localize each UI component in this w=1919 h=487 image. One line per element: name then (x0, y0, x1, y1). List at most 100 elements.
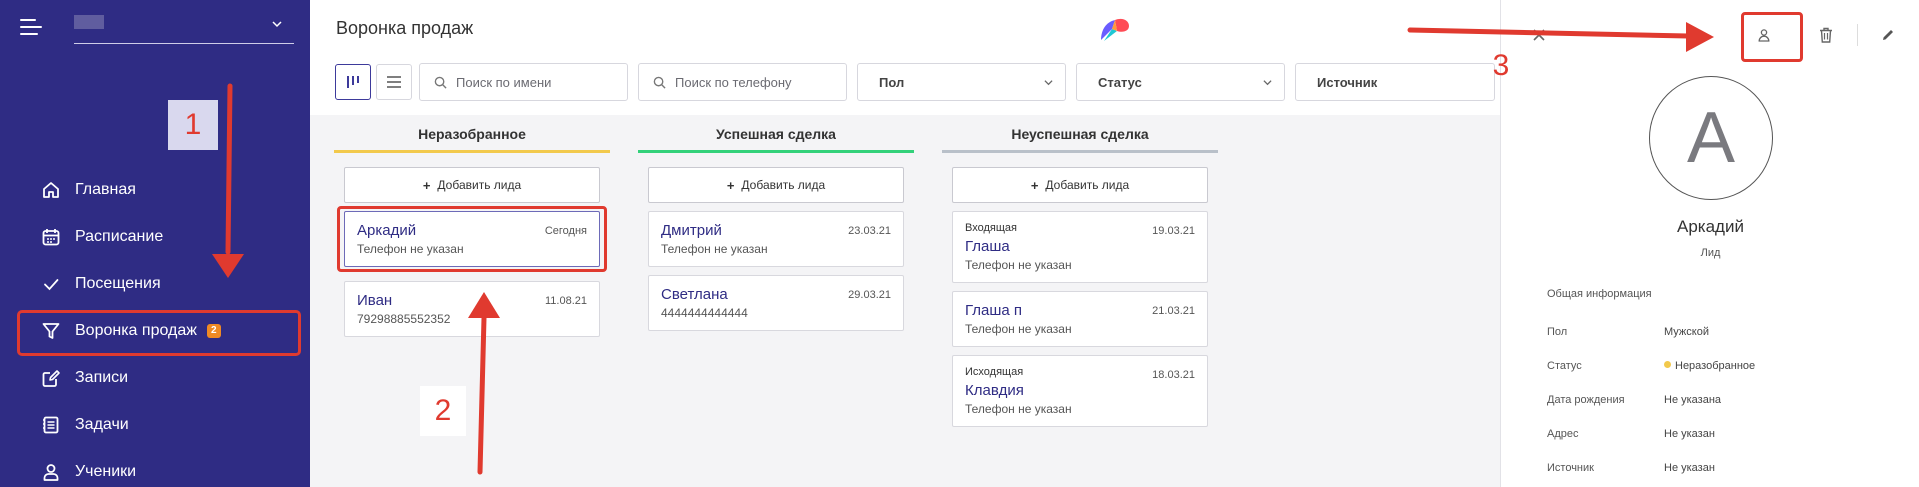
source-select-value: Источник (1317, 74, 1378, 90)
add-lead-button[interactable]: + Добавить лида (344, 167, 600, 203)
close-icon (1533, 29, 1545, 41)
info-key: Пол (1547, 326, 1568, 338)
sidebar-nav: Главная Расписание Посещения Воронка про… (17, 166, 301, 487)
lead-date: Сегодня (544, 225, 587, 237)
add-lead-button[interactable]: + Добавить лида (648, 167, 904, 203)
lead-card[interactable]: Исходящая Клавдия 18.03.21 Телефон не ук… (952, 355, 1208, 427)
annotation-number-1: 1 (168, 100, 218, 150)
column-unsorted: Неразобранное + Добавить лида Аркадий Сег… (334, 115, 610, 337)
toolbar: Воронка продаж Поиск по имени Поиск по т… (310, 0, 1500, 115)
chevron-down-icon (272, 21, 282, 28)
lead-date: 29.03.21 (848, 289, 891, 301)
sidebar-item-label: Воронка продаж (75, 321, 197, 339)
info-key: Статус (1547, 360, 1582, 372)
info-value: Не указана (1664, 394, 1722, 406)
sidebar-item-records[interactable]: Записи (22, 354, 292, 401)
pencil-icon (1883, 30, 1893, 40)
lead-card[interactable]: Иван 11.08.21 79298885552352 (344, 281, 600, 337)
add-lead-button[interactable]: + Добавить лида (952, 167, 1208, 203)
funnel-icon (40, 320, 62, 342)
section-title: Общая информация (1547, 288, 1652, 300)
column-title: Неразобранное (334, 115, 610, 153)
sidebar-item-label: Ученики (75, 462, 137, 480)
lead-card[interactable]: Светлана 29.03.21 4444444444444 (648, 275, 904, 331)
sidebar-item-label: Главная (75, 180, 136, 198)
column-successful: Успешная сделка + Добавить лида Дмитрий 2… (638, 115, 914, 331)
lead-card[interactable]: Входящая Глаша 19.03.21 Телефон не указа… (952, 211, 1208, 283)
profile-button[interactable] (1741, 12, 1803, 62)
task-list-icon (40, 414, 62, 436)
info-row-birthdate: Дата рождения Не указана (1547, 394, 1721, 406)
lead-date: 19.03.21 (1152, 225, 1195, 237)
sidebar-item-label: Задачи (75, 415, 129, 433)
info-key: Дата рождения (1547, 394, 1625, 406)
lead-phone: Телефон не указан (357, 242, 464, 256)
lead-date: 21.03.21 (1152, 305, 1195, 317)
main-content: Воронка продаж Поиск по имени Поиск по т… (310, 0, 1500, 487)
page-title: Воронка продаж (336, 18, 474, 38)
info-value: Неразобранное (1675, 360, 1756, 372)
divider (1857, 24, 1858, 46)
lead-name: Клавдия (965, 382, 1024, 399)
search-icon (434, 76, 447, 89)
organization-name-blurred (74, 15, 104, 29)
info-row-gender: Пол Мужской (1547, 326, 1709, 338)
organization-select[interactable] (74, 12, 294, 44)
add-lead-label: Добавить лида (741, 178, 826, 192)
menu-icon[interactable] (20, 19, 42, 35)
lead-phone: Телефон не указан (965, 402, 1072, 416)
sidebar-item-label: Расписание (75, 227, 164, 245)
annotation-number-2: 2 (420, 386, 466, 436)
lead-date: 18.03.21 (1152, 369, 1195, 381)
plus-icon: + (422, 177, 431, 193)
sidebar-item-schedule[interactable]: Расписание (22, 213, 292, 260)
lead-phone: Телефон не указан (661, 242, 768, 256)
status-select-value: Статус (1098, 74, 1142, 90)
close-button[interactable] (1524, 20, 1554, 50)
status-dot-icon (1664, 361, 1671, 368)
plus-icon: + (1030, 177, 1039, 193)
add-lead-label: Добавить лида (1045, 178, 1130, 192)
info-key: Адрес (1547, 428, 1579, 440)
lead-phone: 79298885552352 (357, 312, 451, 326)
annotation-number-3: 3 (1492, 49, 1510, 82)
info-row-status: Статус Неразобранное (1547, 360, 1755, 372)
lead-role: Лид (1700, 247, 1721, 259)
user-icon (1758, 29, 1770, 42)
column-title: Неуспешная сделка (942, 115, 1218, 153)
sidebar-item-tasks[interactable]: Задачи (22, 401, 292, 448)
chevron-down-icon (1263, 80, 1272, 86)
info-row-source: Источник Не указан (1547, 462, 1715, 474)
home-icon (40, 179, 62, 201)
info-value: Мужской (1664, 326, 1709, 338)
kanban-view-button[interactable] (335, 64, 371, 100)
search-by-name-input[interactable]: Поиск по имени (419, 63, 628, 101)
user-icon (40, 461, 62, 483)
delete-button[interactable] (1811, 20, 1841, 50)
lead-card[interactable]: Глаша п 21.03.21 Телефон не указан (952, 291, 1208, 347)
checkmark-icon (40, 273, 62, 295)
column-unsuccessful: Неуспешная сделка + Добавить лида Входяща… (942, 115, 1218, 427)
edit-button[interactable] (1873, 20, 1903, 50)
columns-icon (347, 76, 359, 88)
status-select[interactable]: Статус (1076, 63, 1285, 101)
edit-note-icon (40, 367, 62, 389)
app-logo (1101, 18, 1129, 41)
gender-select[interactable]: Пол (857, 63, 1066, 101)
sidebar-item-students[interactable]: Ученики (22, 448, 292, 487)
gender-select-value: Пол (879, 74, 905, 90)
sidebar-item-sales-funnel[interactable]: Воронка продаж 2 (17, 307, 301, 356)
lead-card[interactable]: Аркадий Сегодня Телефон не указан (337, 206, 607, 272)
info-key: Источник (1547, 462, 1594, 474)
lead-phone: 4444444444444 (661, 306, 748, 320)
list-view-button[interactable] (376, 64, 412, 100)
list-icon (387, 76, 401, 88)
lead-phone: Телефон не указан (965, 322, 1072, 336)
sidebar-item-label: Записи (75, 368, 129, 386)
sidebar-item-attendance[interactable]: Посещения (22, 260, 292, 307)
sidebar-item-home[interactable]: Главная (22, 166, 292, 213)
source-select[interactable]: Источник (1295, 63, 1495, 101)
search-by-phone-input[interactable]: Поиск по телефону (638, 63, 847, 101)
add-lead-label: Добавить лида (437, 178, 522, 192)
lead-card[interactable]: Дмитрий 23.03.21 Телефон не указан (648, 211, 904, 267)
